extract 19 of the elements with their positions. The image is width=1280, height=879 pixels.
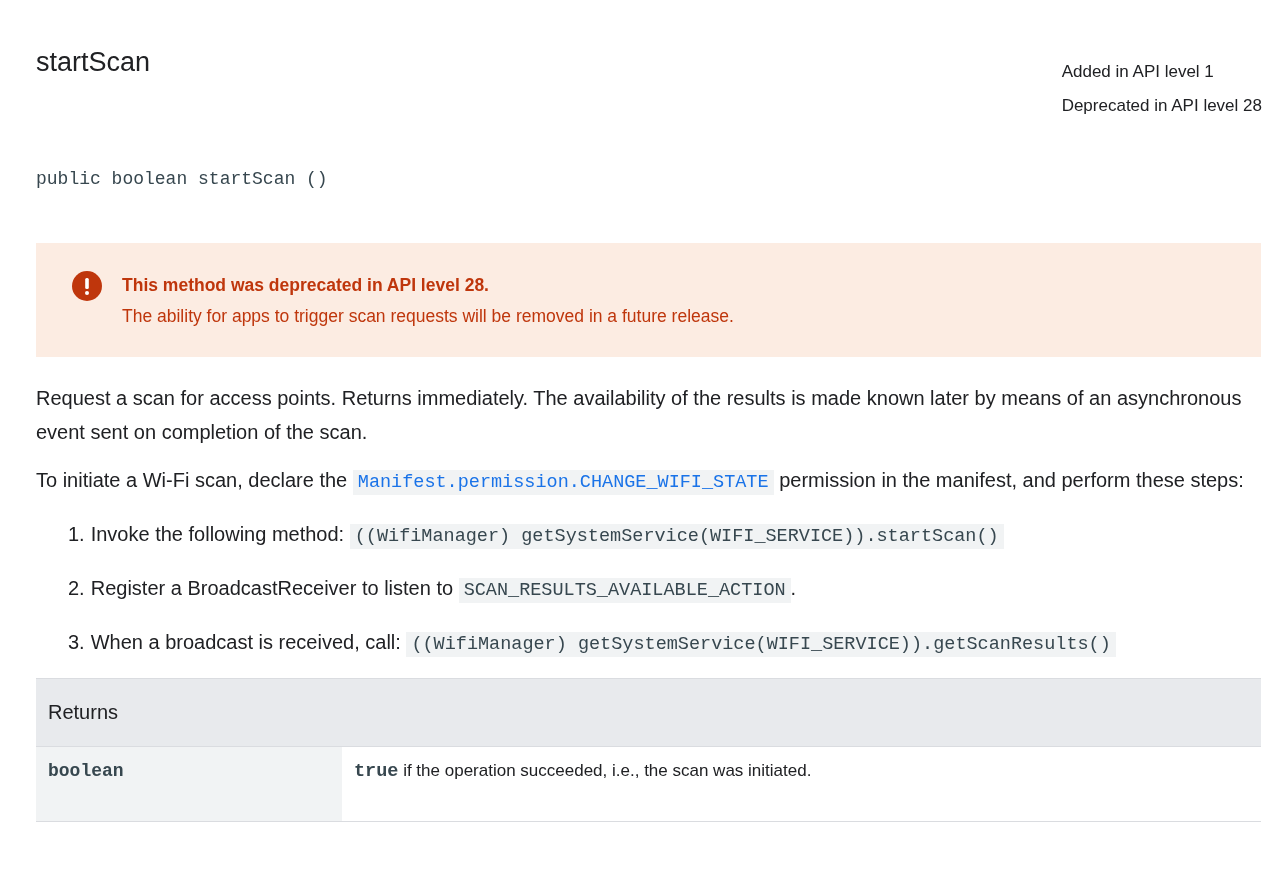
table-cell: boolean	[36, 747, 342, 821]
method-signature: public boolean startScan ()	[36, 169, 329, 189]
step-text: When a broadcast is received, call: ((WifiManager) getSystemService(WIFI_SERVICE)).getScanResults()	[90, 624, 1116, 663]
step-text: Invoke the following method: ((WifiManager) getSystemService(WIFI_SERVICE)).startScan()	[90, 516, 1004, 555]
method-title: startScan	[36, 47, 151, 78]
step-text: Register a BroadcastReceiver to listen to SCAN_RESULTS_AVAILABLE_ACTION .	[90, 576, 797, 605]
table-header: Returns	[36, 678, 1261, 746]
step-number: 3.	[68, 630, 85, 655]
step-number: 1.	[68, 522, 85, 547]
permission-link[interactable]: Manifest.permission.CHANGE_WIFI_STATE	[352, 470, 774, 495]
table-cell-text: true if the operation succeeded, i.e., the scan was initiated.	[353, 760, 813, 784]
api-level-text: Deprecated in API level 28	[1061, 95, 1262, 117]
warning-icon	[72, 271, 102, 301]
deprecation-message: The ability for apps to trigger scan requests will be removed in a future release.	[122, 306, 734, 327]
paragraph: To initiate a Wi-Fi scan, declare the Manifest.permission.CHANGE_WIFI_STATE permission in the manifest, and perform these steps:	[36, 468, 1245, 497]
api-level-text: Added in API level 1	[1061, 61, 1215, 83]
step-number: 2.	[68, 576, 85, 601]
deprecation-title: This method was deprecated in API level 28.	[122, 275, 490, 296]
paragraph: Request a scan for access points. Returns immediately. The availability of the results is made known later by means of an asynchronous event sent on completion of the scan.	[36, 386, 1243, 445]
